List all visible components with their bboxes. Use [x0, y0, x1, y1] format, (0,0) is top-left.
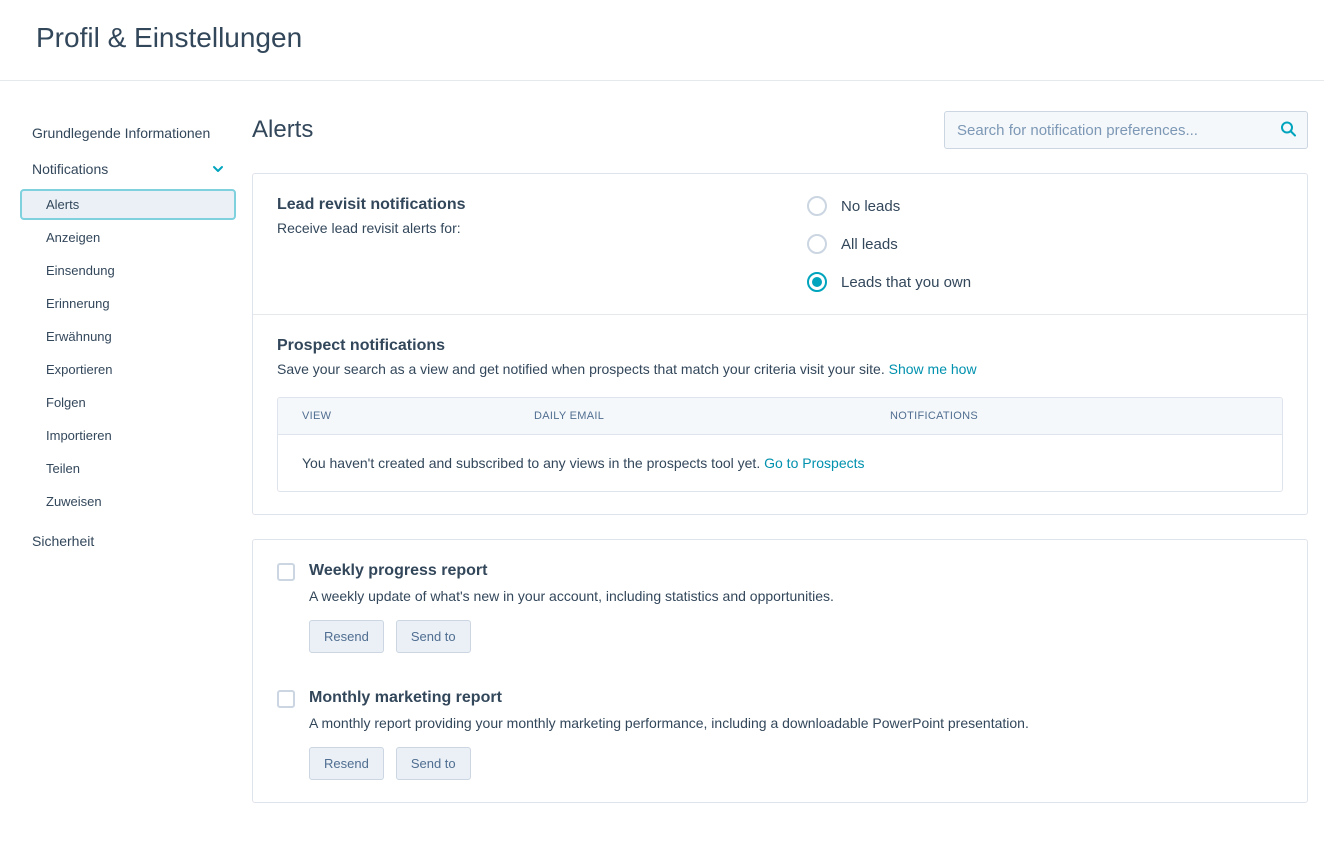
search-input[interactable] [944, 111, 1308, 149]
sidebar-item-label: Zuweisen [46, 494, 102, 509]
sidebar-item-label: Einsendung [46, 263, 115, 278]
sidebar-subitem-alerts[interactable]: Alerts [20, 189, 236, 220]
weekly-send-to-button[interactable]: Send to [396, 620, 471, 653]
prospect-table: VIEW DAILY EMAIL NOTIFICATIONS You haven… [277, 397, 1283, 492]
th-notifications: NOTIFICATIONS [866, 398, 1282, 434]
radio-label: Leads that you own [841, 274, 971, 291]
sidebar-item-notifications[interactable]: Notifications [20, 153, 236, 185]
radio-icon [807, 272, 827, 292]
page-header: Profil & Einstellungen [0, 0, 1324, 81]
prospect-desc: Save your search as a view and get notif… [277, 361, 1283, 377]
prospect-section: Prospect notifications Save your search … [253, 314, 1307, 514]
prospect-title: Prospect notifications [277, 337, 1283, 355]
sidebar-subitem-exportieren[interactable]: Exportieren [20, 354, 236, 385]
lead-revisit-title: Lead revisit notifications [277, 196, 753, 214]
table-empty-row: You haven't created and subscribed to an… [278, 435, 1282, 491]
radio-label: All leads [841, 236, 898, 253]
go-to-prospects-link[interactable]: Go to Prospects [764, 455, 864, 471]
sidebar-item-basic-info[interactable]: Grundlegende Informationen [20, 117, 236, 149]
main-content: Alerts Lead revisit notifications Receiv… [252, 81, 1324, 851]
monthly-report-row: Monthly marketing report A monthly repor… [277, 689, 1283, 780]
search-wrap [944, 111, 1308, 149]
th-daily-email: DAILY EMAIL [510, 398, 866, 434]
radio-leads-you-own[interactable]: Leads that you own [807, 272, 1283, 292]
sidebar-subitem-anzeigen[interactable]: Anzeigen [20, 222, 236, 253]
page-title: Profil & Einstellungen [36, 22, 1288, 54]
radio-icon [807, 234, 827, 254]
sidebar-item-label: Alerts [46, 197, 79, 212]
sidebar-subitem-importieren[interactable]: Importieren [20, 420, 236, 451]
sidebar-item-label: Notifications [32, 161, 108, 177]
sidebar-subitem-folgen[interactable]: Folgen [20, 387, 236, 418]
sidebar-item-label: Erinnerung [46, 296, 110, 311]
table-head: VIEW DAILY EMAIL NOTIFICATIONS [278, 398, 1282, 435]
th-view: VIEW [278, 398, 510, 434]
lead-revisit-radio-group: No leads All leads Leads that you own [807, 196, 1283, 292]
weekly-report-desc: A weekly update of what's new in your ac… [309, 588, 1283, 604]
monthly-report-title: Monthly marketing report [309, 689, 1283, 707]
sidebar-item-label: Grundlegende Informationen [32, 125, 210, 141]
sidebar-item-label: Teilen [46, 461, 80, 476]
radio-label: No leads [841, 198, 900, 215]
alerts-panel: Lead revisit notifications Receive lead … [252, 173, 1308, 515]
radio-all-leads[interactable]: All leads [807, 234, 1283, 254]
sidebar: Grundlegende Informationen Notifications… [0, 81, 252, 851]
monthly-send-to-button[interactable]: Send to [396, 747, 471, 780]
lead-revisit-section: Lead revisit notifications Receive lead … [253, 174, 1307, 314]
monthly-resend-button[interactable]: Resend [309, 747, 384, 780]
sidebar-subitem-einsendung[interactable]: Einsendung [20, 255, 236, 286]
monthly-report-checkbox[interactable] [277, 690, 295, 708]
radio-icon [807, 196, 827, 216]
sidebar-item-label: Erwähnung [46, 329, 112, 344]
radio-no-leads[interactable]: No leads [807, 196, 1283, 216]
reports-panel: Weekly progress report A weekly update o… [252, 539, 1308, 803]
show-me-how-link[interactable]: Show me how [889, 361, 977, 377]
weekly-report-row: Weekly progress report A weekly update o… [277, 562, 1283, 653]
sidebar-item-security[interactable]: Sicherheit [20, 525, 236, 557]
chevron-down-icon [212, 163, 224, 175]
sidebar-subitem-erinnerung[interactable]: Erinnerung [20, 288, 236, 319]
weekly-report-title: Weekly progress report [309, 562, 1283, 580]
monthly-report-desc: A monthly report providing your monthly … [309, 715, 1283, 731]
weekly-resend-button[interactable]: Resend [309, 620, 384, 653]
search-icon[interactable] [1280, 121, 1296, 140]
sidebar-subitem-erwaehnung[interactable]: Erwähnung [20, 321, 236, 352]
sidebar-subitem-zuweisen[interactable]: Zuweisen [20, 486, 236, 517]
sidebar-item-label: Importieren [46, 428, 112, 443]
sidebar-item-label: Anzeigen [46, 230, 100, 245]
sidebar-item-label: Folgen [46, 395, 86, 410]
sidebar-item-label: Sicherheit [32, 533, 94, 549]
section-title: Alerts [252, 116, 313, 144]
lead-revisit-desc: Receive lead revisit alerts for: [277, 220, 753, 236]
sidebar-item-label: Exportieren [46, 362, 112, 377]
weekly-report-checkbox[interactable] [277, 563, 295, 581]
sidebar-subitem-teilen[interactable]: Teilen [20, 453, 236, 484]
